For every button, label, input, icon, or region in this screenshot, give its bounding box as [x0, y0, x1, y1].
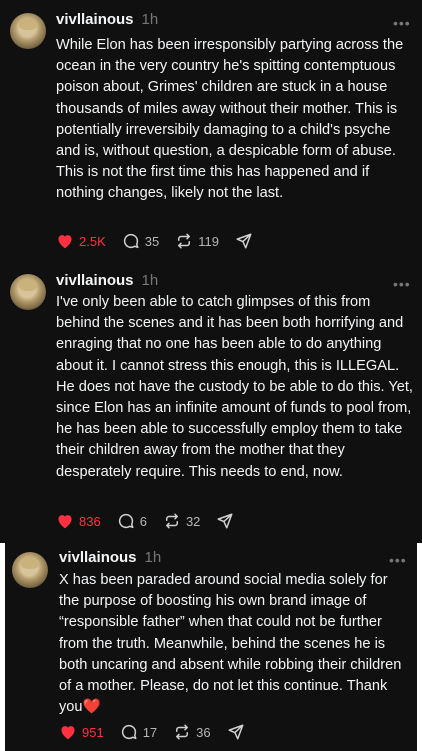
repost-icon	[176, 724, 189, 740]
post-3: vivllainous 1h ••• X has been paraded ar…	[5, 543, 417, 751]
avatar[interactable]	[10, 13, 46, 49]
heart-emoji: ❤️	[82, 699, 101, 716]
share-button[interactable]	[235, 232, 253, 250]
reply-button[interactable]: 35	[122, 232, 159, 250]
username[interactable]: vivllainous	[56, 11, 134, 28]
reply-count: 6	[139, 513, 147, 529]
post-actions: 951 17 36	[59, 723, 261, 741]
like-count: 836	[79, 513, 101, 529]
timestamp: 1h	[141, 11, 159, 28]
avatar[interactable]	[12, 552, 48, 588]
post-1: vivllainous 1h ••• While Elon has been i…	[0, 0, 422, 270]
repost-icon	[178, 233, 191, 249]
post-text: I've only been able to catch glimpses of…	[56, 294, 413, 480]
post-text-content: X has been paraded around social media s…	[59, 572, 402, 716]
thread-panel-top: vivllainous 1h ••• While Elon has been i…	[0, 0, 422, 543]
avatar[interactable]	[10, 274, 46, 310]
heart-icon	[58, 515, 72, 529]
repost-count: 119	[198, 233, 219, 249]
heart-icon	[58, 235, 72, 249]
reply-icon	[118, 513, 134, 529]
post-header: vivllainous 1h	[59, 549, 161, 566]
repost-button[interactable]: 32	[163, 512, 200, 530]
reply-icon	[121, 724, 137, 740]
repost-count: 32	[185, 513, 201, 529]
repost-button[interactable]: 119	[175, 232, 219, 250]
timestamp: 1h	[141, 272, 159, 289]
repost-count: 36	[196, 724, 211, 740]
username[interactable]: vivllainous	[56, 272, 134, 289]
share-icon	[217, 513, 233, 529]
more-icon[interactable]: •••	[393, 277, 411, 291]
like-count: 2.5K	[79, 233, 106, 249]
repost-icon	[165, 513, 178, 529]
share-button[interactable]	[216, 512, 234, 530]
timestamp: 1h	[144, 549, 162, 566]
reply-count: 35	[144, 233, 160, 249]
heart-icon	[61, 726, 75, 740]
repost-button[interactable]: 36	[173, 723, 211, 741]
more-icon[interactable]: •••	[389, 553, 407, 567]
thread-panel-bottom: vivllainous 1h ••• X has been paraded ar…	[5, 543, 417, 751]
username[interactable]: vivllainous	[59, 549, 137, 566]
post-text: X has been paraded around social media s…	[59, 570, 411, 718]
post-actions: 836 6 32	[56, 512, 250, 530]
more-icon[interactable]: •••	[393, 16, 411, 30]
like-button[interactable]: 836	[56, 513, 101, 529]
like-button[interactable]: 951	[59, 724, 104, 740]
reply-button[interactable]: 6	[117, 512, 147, 530]
share-icon	[236, 233, 252, 249]
reply-button[interactable]: 17	[120, 723, 157, 741]
share-button[interactable]	[227, 723, 245, 741]
share-icon	[228, 724, 244, 740]
like-count: 951	[82, 724, 104, 740]
post-2: vivllainous 1h ••• I've only been able t…	[0, 262, 422, 543]
post-actions: 2.5K 35 119	[56, 232, 269, 250]
like-button[interactable]: 2.5K	[56, 233, 106, 249]
post-header: vivllainous 1h	[56, 272, 158, 289]
reply-count: 17	[142, 724, 158, 740]
post-header: vivllainous 1h	[56, 11, 158, 28]
reply-icon	[123, 233, 139, 249]
post-text: While Elon has been irresponsibly partyi…	[56, 37, 404, 202]
